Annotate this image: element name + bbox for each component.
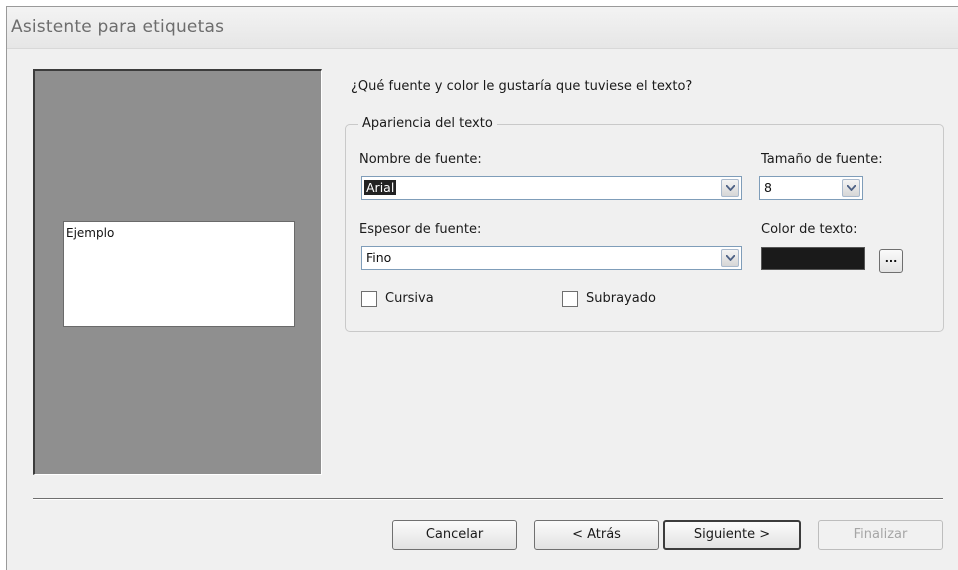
chevron-down-icon[interactable] (721, 179, 739, 197)
sample-text: Ejemplo (66, 226, 115, 240)
separator (33, 498, 943, 500)
label-sample: Ejemplo (63, 221, 295, 327)
window-title: Asistente para etiquetas (11, 17, 225, 37)
font-name-label: Nombre de fuente: (359, 152, 482, 167)
font-size-select[interactable]: 8 (759, 176, 863, 200)
font-name-value: Arial (364, 180, 397, 195)
text-color-label: Color de texto: (761, 222, 858, 237)
italic-label[interactable]: Cursiva (385, 291, 434, 306)
finish-button[interactable]: Finalizar (818, 520, 943, 550)
preview-panel: Ejemplo (33, 69, 322, 475)
italic-checkbox[interactable] (361, 291, 377, 307)
back-button[interactable]: < Atrás (534, 520, 659, 550)
underline-label[interactable]: Subrayado (586, 291, 656, 306)
chevron-down-icon[interactable] (721, 249, 739, 267)
text-color-swatch[interactable] (761, 247, 865, 270)
chevron-down-icon[interactable] (842, 179, 860, 197)
font-size-value: 8 (764, 180, 772, 195)
font-weight-value: Fino (366, 250, 392, 265)
font-name-select[interactable]: Arial (361, 176, 742, 200)
question-text: ¿Qué fuente y color le gustaría que tuvi… (351, 79, 693, 94)
next-button[interactable]: Siguiente > (663, 520, 801, 550)
group-legend: Apariencia del texto (358, 116, 497, 131)
font-weight-select[interactable]: Fino (361, 246, 742, 270)
color-picker-button[interactable]: ... (879, 249, 903, 273)
cancel-button[interactable]: Cancelar (392, 520, 517, 550)
label-wizard-dialog: Asistente para etiquetas Ejemplo ¿Qué fu… (6, 6, 958, 570)
underline-checkbox[interactable] (562, 291, 578, 307)
title-bar: Asistente para etiquetas (7, 7, 958, 49)
font-size-label: Tamaño de fuente: (761, 152, 883, 167)
font-weight-label: Espesor de fuente: (359, 222, 482, 237)
